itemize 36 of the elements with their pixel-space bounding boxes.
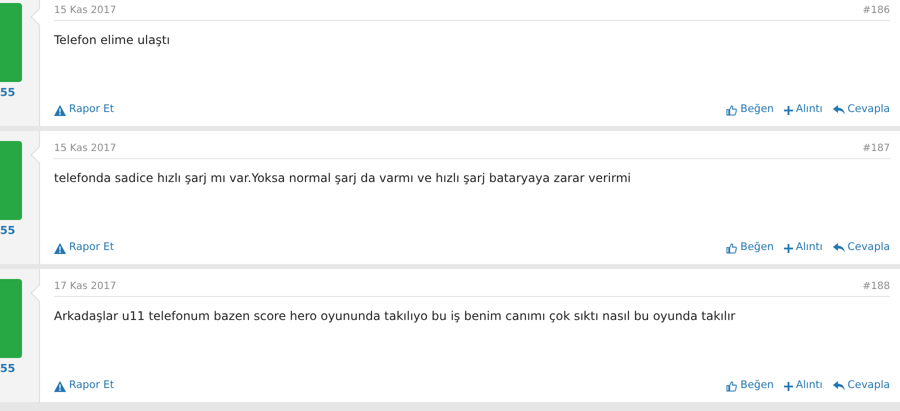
- reply-link[interactable]: Cevapla: [832, 102, 890, 118]
- post-number: #187: [862, 142, 890, 156]
- quote-link[interactable]: Alıntı: [784, 378, 823, 394]
- reply-icon: [832, 243, 845, 254]
- plus-icon: [784, 106, 793, 115]
- plus-icon: [784, 244, 793, 253]
- reply-link[interactable]: Cevapla: [832, 378, 890, 394]
- reply-link[interactable]: Cevapla: [832, 240, 890, 256]
- message-count: 55: [0, 86, 16, 100]
- plus-icon: [784, 382, 793, 391]
- post-message: Telefon elime ulaştı: [54, 33, 170, 47]
- thumbs-up-icon: [726, 104, 738, 116]
- like-link[interactable]: Beğen: [726, 102, 774, 118]
- reply-icon: [832, 381, 845, 392]
- post-date: 15 Kas 2017: [54, 142, 116, 156]
- report-link[interactable]: Rapor Et: [54, 102, 114, 118]
- warning-icon: [54, 242, 66, 254]
- thumbs-up-icon: [726, 380, 738, 392]
- like-link[interactable]: Beğen: [726, 378, 774, 394]
- like-link[interactable]: Beğen: [726, 240, 774, 256]
- warning-icon: [54, 380, 66, 392]
- message-count: 55: [0, 224, 16, 238]
- reply-icon: [832, 105, 845, 116]
- quote-link[interactable]: Alıntı: [784, 102, 823, 118]
- post-message: telefonda sadice hızlı şarj mı var.Yoksa normal şarj da varmı ve hızlı şarj bataryaya zarar verirmi: [54, 171, 631, 185]
- post-date: 15 Kas 2017: [54, 4, 116, 18]
- quote-link[interactable]: Alıntı: [784, 240, 823, 256]
- message-count: 55: [0, 362, 16, 376]
- thumbs-up-icon: [726, 242, 738, 254]
- report-link[interactable]: Rapor Et: [54, 378, 114, 394]
- warning-icon: [54, 104, 66, 116]
- post-number: #188: [862, 280, 890, 294]
- report-link[interactable]: Rapor Et: [54, 240, 114, 256]
- post-date: 17 Kas 2017: [54, 280, 116, 294]
- post-number: #186: [862, 4, 890, 18]
- post-message: Arkadaşlar u11 telefonum bazen score hero oyununda takılıyo bu iş benim canımı çok sıktı nasıl bu oyunda takılır: [54, 309, 736, 323]
